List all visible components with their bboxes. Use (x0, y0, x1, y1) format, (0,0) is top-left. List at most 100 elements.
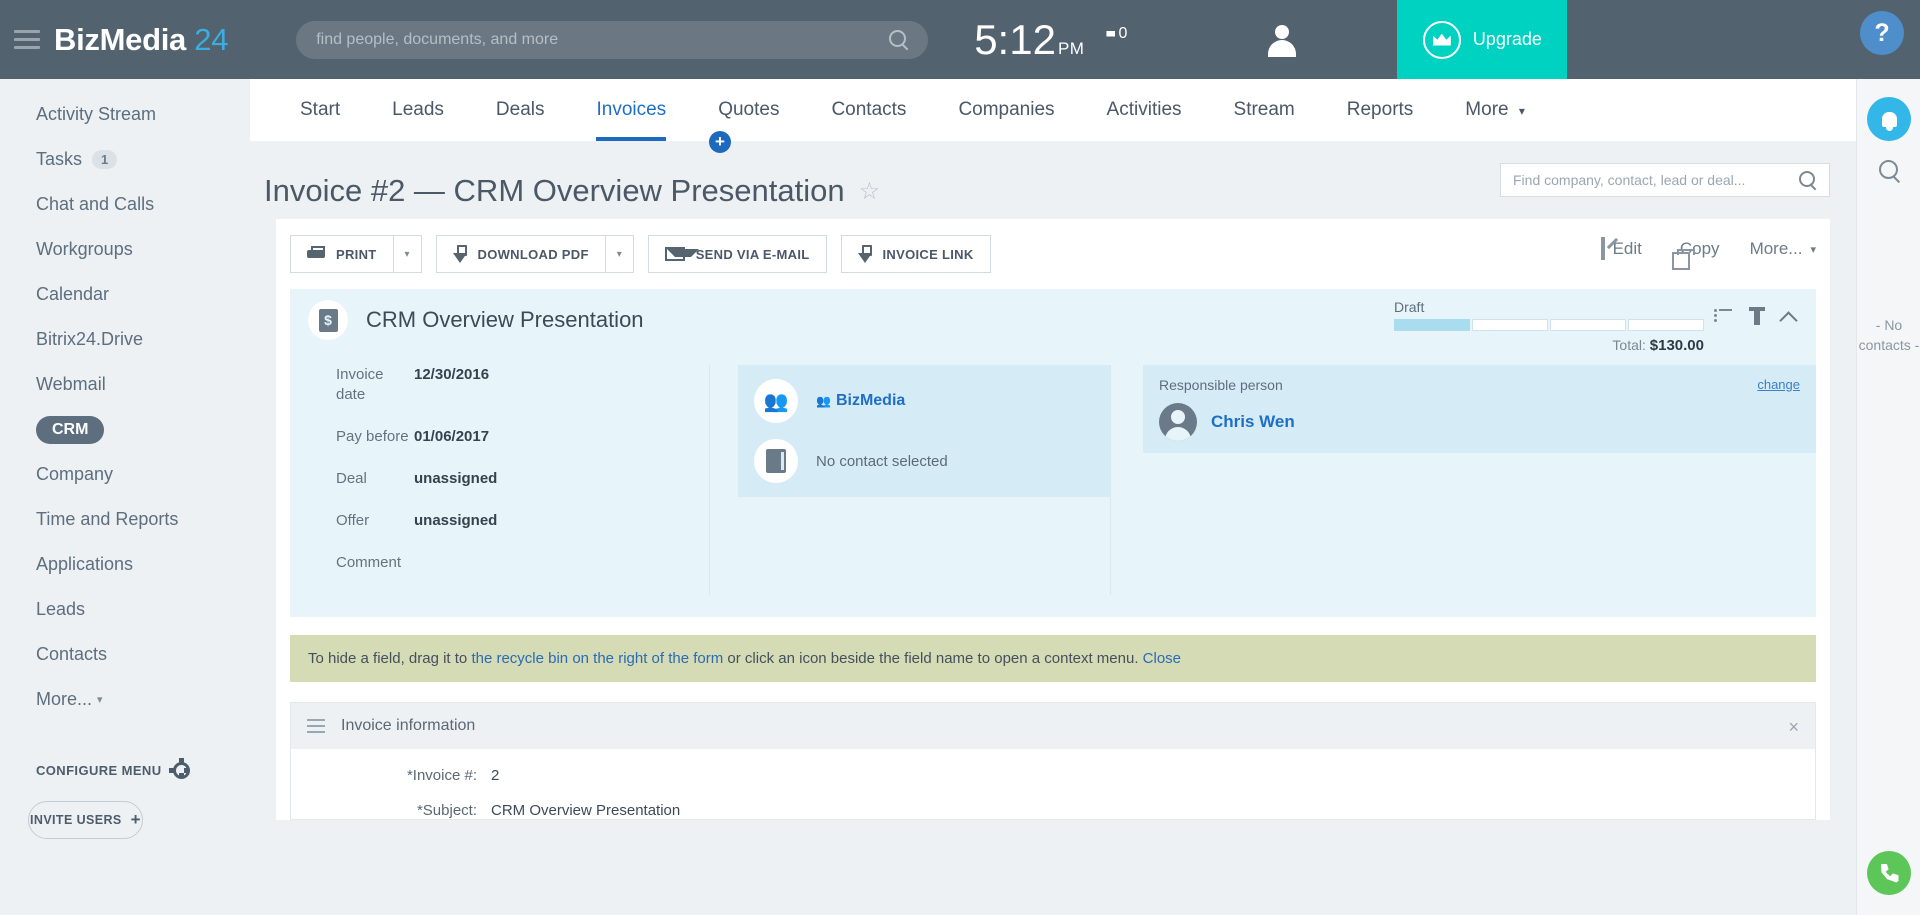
sidebar-item-label: Tasks (36, 149, 82, 170)
invoice-information-panel: Invoice information × *Invoice #: 2 *Sub… (290, 702, 1816, 820)
status-progress-bar[interactable] (1394, 319, 1704, 331)
change-responsible-link[interactable]: change (1757, 377, 1800, 392)
drag-handle-icon[interactable] (307, 719, 325, 733)
field-deal: Deal unassigned (336, 469, 709, 489)
tab-activities[interactable]: Activities (1081, 79, 1208, 141)
tab-companies[interactable]: Companies (932, 79, 1080, 141)
progress-segment[interactable] (1628, 319, 1704, 331)
responsible-box: Responsible person change Chris Wen (1143, 365, 1816, 453)
sidebar-menu: Activity Stream Tasks 1 Chat and Calls W… (0, 79, 250, 722)
progress-segment[interactable] (1394, 319, 1470, 331)
more-actions-button[interactable]: More... ▾ (1750, 239, 1816, 259)
info-label: *Subject: (291, 802, 491, 819)
toolbar-right-actions: Edit Copy More... ▾ (1571, 239, 1816, 259)
hint-close-link[interactable]: Close (1143, 650, 1181, 667)
invoice-information-title: Invoice information (341, 717, 475, 735)
sidebar-item-bitrix24-drive[interactable]: Bitrix24.Drive (0, 317, 250, 362)
invoice-panel: PRINT ▾ DOWNLOAD PDF ▾ SEND VIA E-MAIL I… (276, 219, 1830, 820)
invoice-link-label: INVOICE LINK (883, 247, 974, 262)
close-icon[interactable]: × (1788, 717, 1799, 738)
notification-counter[interactable]: 0 (1106, 25, 1127, 43)
tab-leads[interactable]: Leads (366, 79, 470, 141)
entity-search-input[interactable] (1501, 172, 1797, 188)
sidebar-item-crm[interactable]: CRM (0, 407, 250, 452)
search-icon[interactable] (886, 27, 912, 53)
total-value: $130.00 (1650, 337, 1704, 354)
chevron-up-icon[interactable] (1780, 307, 1798, 325)
sidebar-item-chat-and-calls[interactable]: Chat and Calls (0, 182, 250, 227)
invite-users-button[interactable]: INVITE USERS + (28, 801, 143, 839)
sidebar-item-contacts[interactable]: Contacts (0, 632, 250, 677)
global-search[interactable] (296, 21, 928, 59)
notifications-button[interactable] (1867, 97, 1911, 141)
upgrade-button[interactable]: Upgrade (1397, 0, 1567, 79)
progress-segment[interactable] (1550, 319, 1626, 331)
tab-reports[interactable]: Reports (1321, 79, 1440, 141)
search-icon[interactable] (1797, 169, 1819, 191)
tab-start[interactable]: Start (274, 79, 366, 141)
favorite-star-icon[interactable]: ☆ (859, 177, 881, 206)
tab-more[interactable]: More ▾ (1439, 79, 1551, 141)
main-content: Start Leads Deals Invoices Quotes Contac… (250, 79, 1856, 915)
sidebar-item-calendar[interactable]: Calendar (0, 272, 250, 317)
pencil-icon (1601, 239, 1605, 259)
notification-count: 0 (1118, 25, 1127, 43)
sidebar-item-workgroups[interactable]: Workgroups (0, 227, 250, 272)
sidebar-item-leads[interactable]: Leads (0, 587, 250, 632)
download-icon (453, 245, 467, 263)
tab-stream[interactable]: Stream (1208, 79, 1321, 141)
global-search-input[interactable] (296, 31, 886, 49)
clock-time: 5:12 (974, 16, 1056, 64)
sidebar-item-applications[interactable]: Applications (0, 542, 250, 587)
call-button[interactable] (1867, 851, 1911, 895)
avatar-head-icon (1275, 25, 1289, 39)
company-link[interactable]: 👥BizMedia (816, 392, 905, 410)
company-row[interactable]: 👥 👥BizMedia (754, 379, 1094, 423)
contact-row[interactable]: No contact selected (754, 439, 1094, 483)
sidebar-item-company[interactable]: Company (0, 452, 250, 497)
sidebar-item-tasks[interactable]: Tasks 1 (0, 137, 250, 182)
field-label: Invoice date (336, 365, 414, 405)
sidebar-item-time-and-reports[interactable]: Time and Reports (0, 497, 250, 542)
sidebar-item-webmail[interactable]: Webmail (0, 362, 250, 407)
invoice-link-button[interactable]: INVOICE LINK (841, 235, 991, 273)
responsible-name[interactable]: Chris Wen (1211, 412, 1295, 432)
hint-text-before: To hide a field, drag it to (308, 650, 471, 667)
recycle-bin-link[interactable]: the recycle bin on the right of the form (471, 650, 723, 667)
tab-deals[interactable]: Deals (470, 79, 571, 141)
help-button[interactable]: ? (1860, 11, 1904, 55)
invoice-card-title: CRM Overview Presentation (366, 307, 644, 333)
sidebar-item-more[interactable]: More... ▾ (0, 677, 250, 722)
app-logo[interactable]: BizMedia 24 (54, 22, 228, 58)
invoice-icon (308, 300, 348, 340)
more-label: More... (1750, 239, 1803, 259)
tab-quotes[interactable]: Quotes (692, 79, 805, 141)
edit-button[interactable]: Edit (1601, 239, 1642, 259)
print-button[interactable]: PRINT (290, 235, 394, 273)
progress-segment[interactable] (1472, 319, 1548, 331)
print-dropdown-button[interactable]: ▾ (394, 235, 422, 273)
user-avatar[interactable] (1265, 23, 1299, 57)
copy-button[interactable]: Copy (1672, 239, 1720, 259)
tab-invoices[interactable]: Invoices (570, 79, 692, 141)
download-pdf-dropdown-button[interactable]: ▾ (606, 235, 634, 273)
responsible-person[interactable]: Chris Wen (1159, 403, 1800, 441)
entity-search[interactable] (1500, 163, 1830, 197)
configure-menu-button[interactable]: CONFIGURE MENU (0, 762, 250, 779)
field-label: Deal (336, 469, 414, 489)
rail-search-icon[interactable] (1877, 158, 1903, 184)
sidebar-item-label: Bitrix24.Drive (36, 329, 143, 350)
menu-toggle-icon[interactable] (14, 30, 40, 49)
invite-users-label: INVITE USERS (30, 813, 122, 827)
list-view-icon[interactable] (1714, 309, 1734, 324)
bell-icon (1882, 112, 1897, 127)
sidebar-item-activity-stream[interactable]: Activity Stream (0, 92, 250, 137)
pin-icon[interactable] (1754, 307, 1760, 325)
tab-contacts[interactable]: Contacts (805, 79, 932, 141)
send-via-email-button[interactable]: SEND VIA E-MAIL (648, 235, 827, 273)
download-pdf-button[interactable]: DOWNLOAD PDF (436, 235, 606, 273)
plus-icon: + (131, 810, 141, 830)
company-icon: 👥 (754, 379, 798, 423)
page-title-row: Invoice #2 — CRM Overview Presentation ☆ (250, 141, 1856, 219)
add-invoice-button[interactable]: + (709, 131, 731, 153)
